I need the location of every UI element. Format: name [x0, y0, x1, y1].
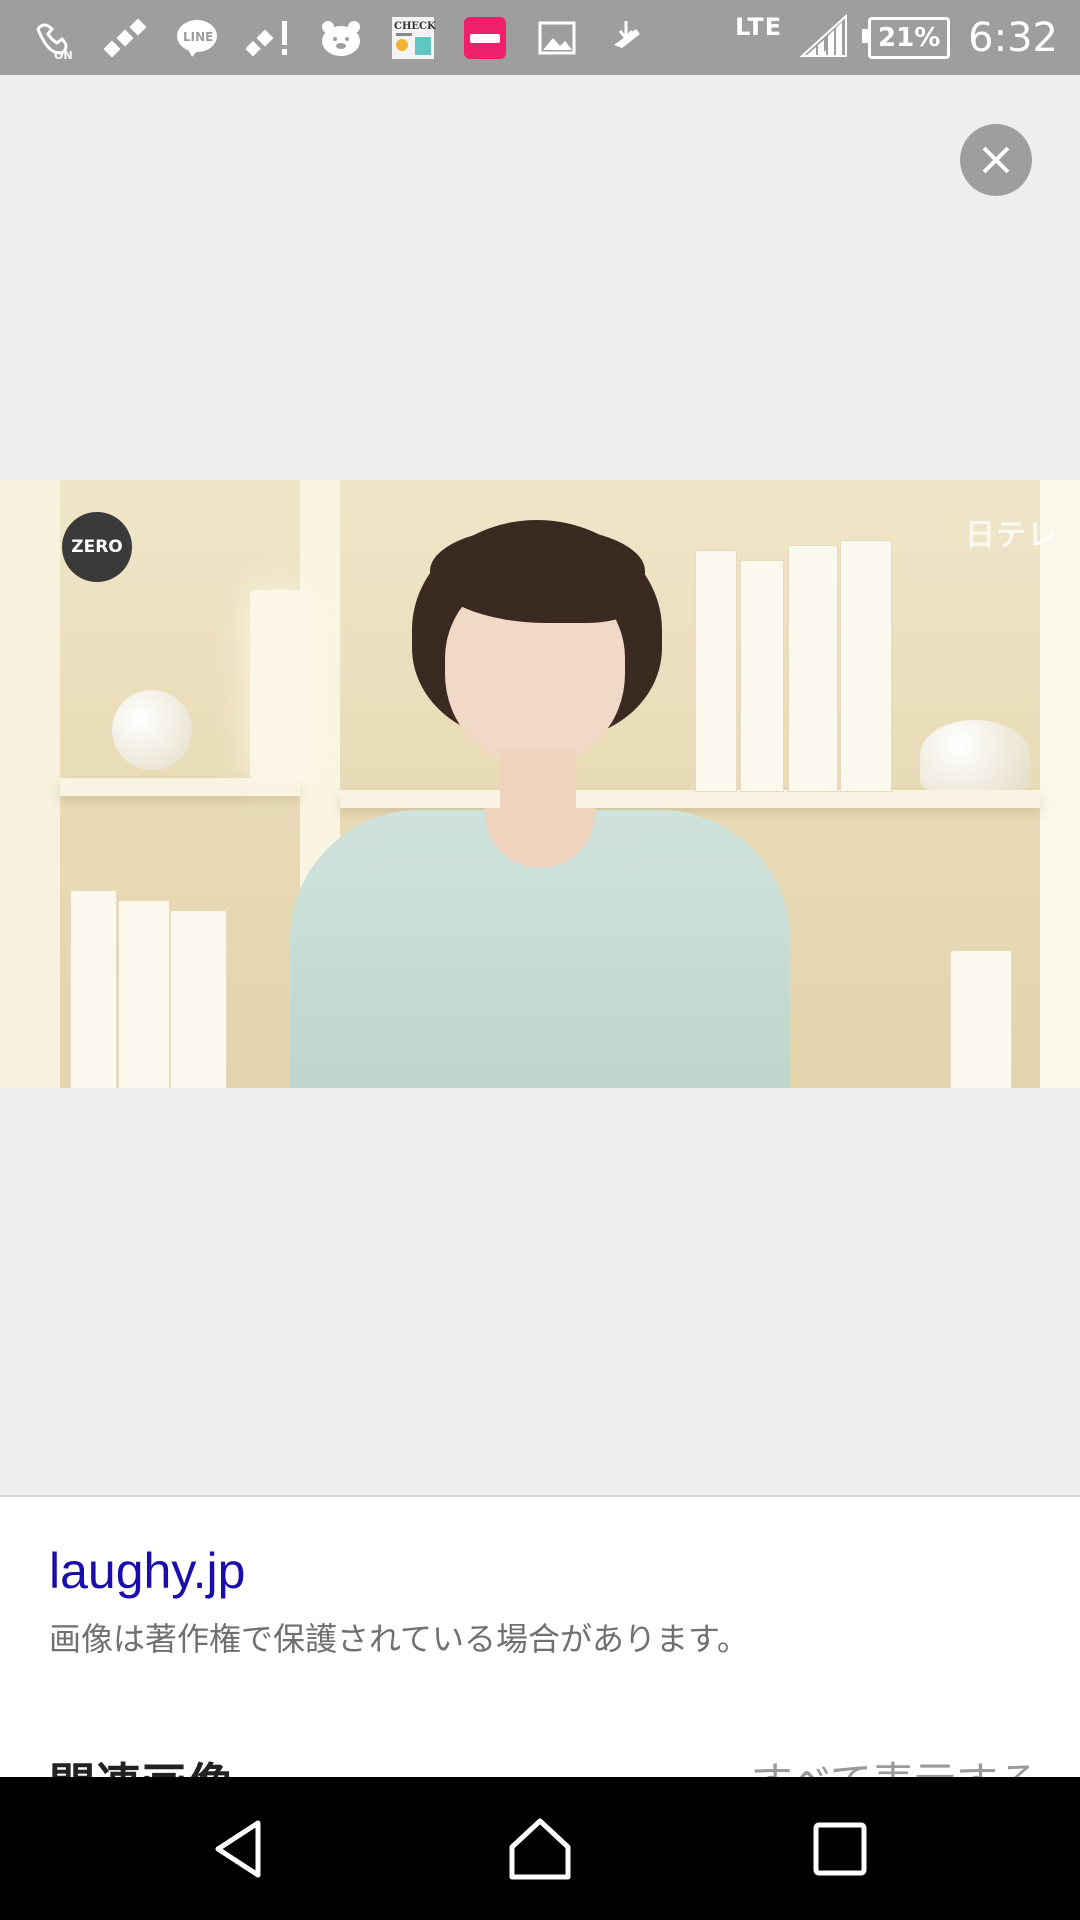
related-images-section: 関連画像 すべて表示する: [0, 1697, 1080, 1777]
copyright-notice: 画像は著作権で保護されている場合があります。: [49, 1620, 749, 1658]
status-bar: ON LINE CHECK LTE 21% 6:32: [0, 0, 1080, 75]
ntv-logo: 日テレ: [965, 518, 1058, 553]
show-all-link[interactable]: すべて表示する: [751, 1749, 1040, 1777]
network-type-label: LTE: [735, 12, 783, 41]
svg-text:LINE: LINE: [183, 30, 213, 44]
red-app-icon: [462, 15, 508, 61]
recents-icon: [813, 1822, 867, 1876]
battery-indicator: 21%: [862, 16, 951, 59]
home-icon: [509, 1818, 571, 1880]
signal-icon: [799, 13, 850, 62]
close-button[interactable]: [960, 124, 1032, 196]
back-icon: [215, 1820, 261, 1878]
close-icon: [982, 146, 1010, 174]
preview-image[interactable]: ZERO 日テレ: [0, 480, 1080, 1088]
satellite-alert-icon: [246, 15, 292, 61]
check-news-icon: CHECK: [390, 15, 436, 61]
related-images-title: 関連画像: [49, 1749, 233, 1777]
line-app-icon: LINE: [174, 15, 220, 61]
image-icon: [534, 15, 580, 61]
clock: 6:32: [968, 14, 1058, 61]
notification-icons: ON LINE CHECK: [0, 15, 652, 61]
image-info-card: laughy.jp 画像は著作権で保護されている場合があります。: [0, 1495, 1080, 1699]
home-button[interactable]: [504, 1813, 576, 1885]
svg-text:ON: ON: [54, 49, 73, 61]
svg-text:CHECK: CHECK: [394, 21, 436, 32]
download-icon: [606, 15, 652, 61]
back-button[interactable]: [204, 1813, 276, 1885]
zero-logo: ZERO: [62, 512, 132, 582]
recents-button[interactable]: [804, 1813, 876, 1885]
bear-face-icon: [318, 15, 364, 61]
source-link[interactable]: laughy.jp: [49, 1542, 245, 1600]
navigation-bar: [0, 1777, 1080, 1920]
call-on-icon: ON: [30, 15, 76, 61]
satellite-icon: [102, 15, 148, 61]
